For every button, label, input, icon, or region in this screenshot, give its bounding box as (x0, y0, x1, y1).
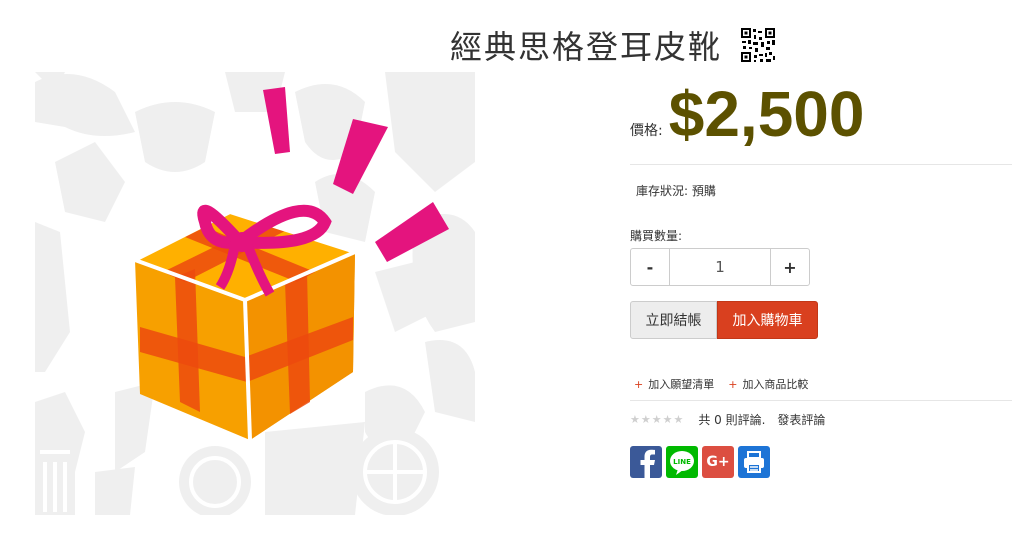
add-to-cart-button[interactable]: 加入購物車 (717, 301, 818, 339)
print-button[interactable] (738, 446, 770, 478)
price-value: $2,500 (668, 78, 865, 150)
product-image (35, 72, 475, 515)
secondary-links: + 加入願望清單 + 加入商品比較 (634, 376, 1012, 392)
price-row: 價格: $2,500 (630, 78, 1012, 164)
add-to-wishlist-link[interactable]: + 加入願望清單 (634, 376, 714, 392)
product-header: 經典思格登耳皮靴 (450, 22, 777, 68)
review-row: ★★★★★ 共 0 則評論. 發表評論 (630, 411, 1012, 428)
print-icon (744, 451, 764, 473)
review-count[interactable]: 共 0 則評論. (698, 411, 765, 428)
google-plus-icon: G+ (706, 454, 730, 470)
purchase-actions: 立即結帳 加入購物車 (630, 301, 1012, 339)
plus-icon: + (728, 377, 738, 391)
plus-icon: + (634, 377, 644, 391)
buy-now-button[interactable]: 立即結帳 (630, 301, 717, 339)
divider (630, 164, 1012, 165)
price-label: 價格: (630, 123, 663, 139)
write-review-link[interactable]: 發表評論 (777, 411, 825, 428)
quantity-decrement-button[interactable]: - (630, 248, 670, 286)
share-buttons: LINE G+ (630, 446, 1012, 478)
facebook-share-button[interactable] (630, 446, 662, 478)
product-info-panel: 價格: $2,500 庫存狀況: 預購 購買數量: - + 立即結帳 加入購物車… (630, 78, 1012, 478)
qr-code-icon[interactable] (740, 27, 777, 63)
stock-status: 庫存狀況: 預購 (636, 184, 716, 198)
compare-label: 加入商品比較 (742, 378, 809, 391)
quantity-increment-button[interactable]: + (770, 248, 810, 286)
line-share-button[interactable]: LINE (666, 446, 698, 478)
product-title: 經典思格登耳皮靴 (450, 28, 723, 66)
quantity-input[interactable] (670, 248, 770, 286)
line-icon: LINE (670, 451, 694, 475)
google-plus-share-button[interactable]: G+ (702, 446, 734, 478)
rating-stars-icon: ★★★★★ (630, 413, 685, 426)
divider (630, 400, 1012, 401)
line-label: LINE (673, 458, 691, 466)
wishlist-label: 加入願望清單 (648, 378, 715, 391)
add-to-compare-link[interactable]: + 加入商品比較 (728, 376, 808, 392)
quantity-stepper: - + (630, 248, 810, 286)
facebook-icon (640, 449, 655, 478)
quantity-label: 購買數量: (630, 229, 683, 243)
